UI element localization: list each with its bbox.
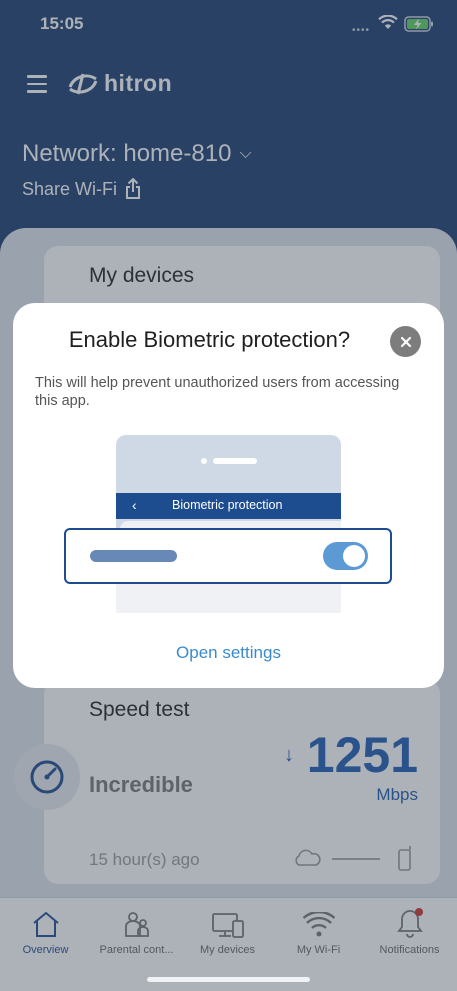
dialog-title: Enable Biometric protection? bbox=[68, 327, 351, 352]
illustration-nav-title: Biometric protection bbox=[172, 498, 283, 512]
close-button[interactable] bbox=[390, 326, 421, 357]
illustration-setting-row bbox=[64, 528, 392, 584]
toggle-on-icon bbox=[323, 542, 368, 570]
close-icon bbox=[400, 336, 411, 347]
phone-illustration: ‹ Biometric protection bbox=[116, 435, 341, 613]
illustration-text-placeholder bbox=[90, 550, 177, 562]
illustration-camera-dot bbox=[201, 458, 207, 464]
biometric-dialog: Enable Biometric protection? This will h… bbox=[13, 303, 444, 688]
illustration-nav-bar: ‹ Biometric protection bbox=[116, 493, 341, 519]
home-indicator bbox=[147, 977, 310, 982]
open-settings-link[interactable]: Open settings bbox=[13, 643, 444, 663]
back-chevron-icon: ‹ bbox=[132, 497, 137, 513]
dialog-body: This will help prevent unauthorized user… bbox=[35, 375, 400, 409]
illustration-header bbox=[116, 435, 341, 493]
illustration-speaker-bar bbox=[213, 458, 257, 464]
